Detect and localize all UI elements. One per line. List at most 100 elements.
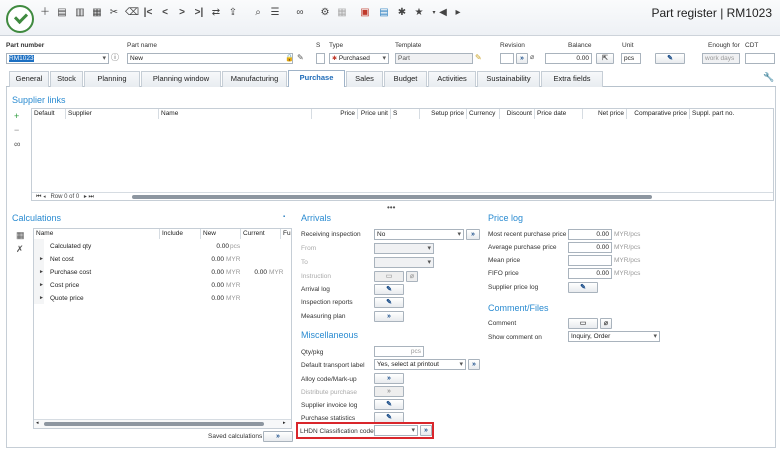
info-icon[interactable]: ⓘ (111, 53, 119, 63)
saved-calculations-button[interactable]: » (263, 431, 293, 442)
edit-icon[interactable]: ✎ (297, 53, 304, 63)
tab-purchase[interactable]: Purchase (288, 70, 345, 88)
revision-input[interactable] (500, 53, 514, 64)
receiving-inspection-select[interactable]: No (374, 229, 464, 240)
calc-scrollbar[interactable]: ◂ ▸ (34, 419, 291, 428)
column-header[interactable]: Suppl. part no. (690, 109, 773, 119)
s-checkbox[interactable] (316, 53, 325, 64)
lock-icon[interactable]: 🔒 (285, 54, 294, 64)
nav-last-icon[interactable]: ⏭ (89, 194, 94, 200)
default-transport-go-button[interactable]: » (468, 359, 480, 370)
export-icon[interactable]: ⇪ (227, 7, 239, 19)
calculations-grid[interactable]: Name Include New Current Fu Calculated q… (33, 228, 292, 429)
calculator-icon[interactable]: ▦ (16, 230, 25, 240)
supplier-price-log-button[interactable]: ✎ (568, 282, 598, 293)
template-edit-icon[interactable]: ✎ (475, 53, 482, 63)
calc-row[interactable]: ► Purchase cost 0.00 MYR 0.00 MYR (34, 266, 291, 279)
tab-activities[interactable]: Activities (428, 71, 476, 87)
unit-edit-button[interactable]: ✎ (655, 53, 685, 64)
search-icon[interactable]: ⌕ (252, 7, 264, 19)
horizontal-scrollbar[interactable] (132, 195, 652, 199)
column-header[interactable]: Currency (467, 109, 500, 119)
lhdn-classification-go-button[interactable]: » (420, 425, 432, 436)
unit-input[interactable]: pcs (621, 53, 641, 64)
last-icon[interactable]: >| (193, 7, 205, 19)
column-header[interactable]: Include (160, 229, 201, 239)
tab-extra-fields[interactable]: Extra fields (541, 71, 603, 87)
star-icon[interactable]: ★ (413, 7, 425, 19)
save-icon[interactable]: ▤ (56, 7, 68, 19)
app-logo[interactable] (6, 5, 34, 33)
column-header[interactable]: Name (34, 229, 160, 239)
tab-stock[interactable]: Stock (50, 71, 83, 87)
calendar-icon[interactable]: ▦ (91, 7, 103, 19)
column-header[interactable]: S (391, 109, 420, 119)
attachment-icon[interactable]: ⌀ (530, 53, 534, 63)
lhdn-classification-select[interactable] (374, 425, 418, 436)
column-header[interactable]: Net price (583, 109, 627, 119)
tab-budget[interactable]: Budget (384, 71, 427, 87)
splitter-handle[interactable]: ••• (387, 203, 395, 212)
cdt-input[interactable] (745, 53, 775, 64)
column-header[interactable]: Comparative price (627, 109, 690, 119)
transfer-icon[interactable]: ⇄ (210, 7, 222, 19)
calc-row[interactable]: ► Cost price 0.00 MYR (34, 279, 291, 292)
column-header[interactable]: Setup price (420, 109, 467, 119)
tab-sustainability[interactable]: Sustainability (477, 71, 540, 87)
scissors-icon[interactable]: ✂ (108, 7, 120, 19)
revision-go-button[interactable]: » (516, 53, 528, 64)
scroll-right-icon[interactable]: ▸ (283, 420, 286, 426)
search-list-icon[interactable]: ☰ (269, 7, 281, 19)
column-header[interactable]: Fu (281, 229, 291, 239)
supplier-invoice-log-button[interactable]: ✎ (374, 399, 404, 410)
part-name-input[interactable]: New (127, 53, 293, 64)
add-row-icon[interactable]: + (14, 111, 19, 121)
tab-manufacturing[interactable]: Manufacturing (222, 71, 287, 87)
link-settings-icon[interactable]: ⚙ (319, 7, 331, 19)
column-header[interactable]: Current (241, 229, 281, 239)
scroll-left-icon[interactable]: ◂ (36, 420, 39, 426)
type-select[interactable]: ✱ Purchased (329, 53, 389, 64)
link-icon[interactable]: ∞ (294, 7, 306, 19)
column-header[interactable]: Supplier (66, 109, 159, 119)
nav-first-icon[interactable]: ⏮ (36, 194, 41, 200)
template-input[interactable]: Part (395, 53, 473, 64)
forward-icon[interactable]: ▸ (452, 7, 464, 19)
calc-row[interactable]: Calculated qty 0.00 pcs (34, 240, 291, 253)
part-number-input[interactable]: RM1023 (6, 53, 109, 64)
first-icon[interactable]: |< (142, 7, 154, 19)
pin-icon[interactable]: ▪ (283, 212, 285, 222)
show-comment-on-select[interactable]: Inquiry, Order (568, 331, 660, 342)
nav-prev-icon[interactable]: ◂ (43, 194, 46, 200)
receiving-inspection-go-button[interactable]: » (466, 229, 480, 240)
next-icon[interactable]: > (176, 7, 188, 19)
expand-icon[interactable]: ► (39, 266, 44, 279)
tab-sales[interactable]: Sales (346, 71, 383, 87)
tab-general[interactable]: General (9, 71, 49, 87)
new-icon[interactable]: ＋ (39, 7, 51, 19)
calc-row[interactable]: ► Net cost 0.00 MYR (34, 253, 291, 266)
back-icon[interactable]: ◀ (437, 7, 449, 19)
table-icon[interactable]: ▤ (378, 7, 390, 19)
scroll-thumb[interactable] (44, 422, 264, 426)
default-transport-select[interactable]: Yes, select at printout (374, 359, 466, 370)
inspection-reports-button[interactable]: ✎ (374, 297, 404, 308)
column-header[interactable]: Price (312, 109, 358, 119)
balance-button[interactable]: ⇱ (596, 53, 614, 64)
link-row-icon[interactable]: ∞ (14, 139, 20, 149)
eraser-icon[interactable]: ⌫ (125, 7, 139, 19)
attach-file-button[interactable]: ⌀ (600, 318, 612, 329)
arrival-log-button[interactable]: ✎ (374, 284, 404, 295)
wrench-icon[interactable]: 🔧 (763, 72, 774, 82)
color-palette-icon[interactable]: ▣ (359, 7, 371, 19)
previous-icon[interactable]: < (159, 7, 171, 19)
grid-icon[interactable]: ▦ (336, 7, 348, 19)
save-as-icon[interactable]: ▥ (74, 7, 86, 19)
column-header[interactable]: Name (159, 109, 312, 119)
settings-icon[interactable]: ✱ (396, 7, 408, 19)
supplier-links-grid[interactable]: Default Supplier Name Price Price unit S… (31, 108, 774, 201)
nav-next-icon[interactable]: ▸ (84, 194, 87, 200)
remove-row-icon[interactable]: − (14, 125, 19, 135)
tab-planning[interactable]: Planning (84, 71, 140, 87)
column-header[interactable]: Price date (535, 109, 583, 119)
